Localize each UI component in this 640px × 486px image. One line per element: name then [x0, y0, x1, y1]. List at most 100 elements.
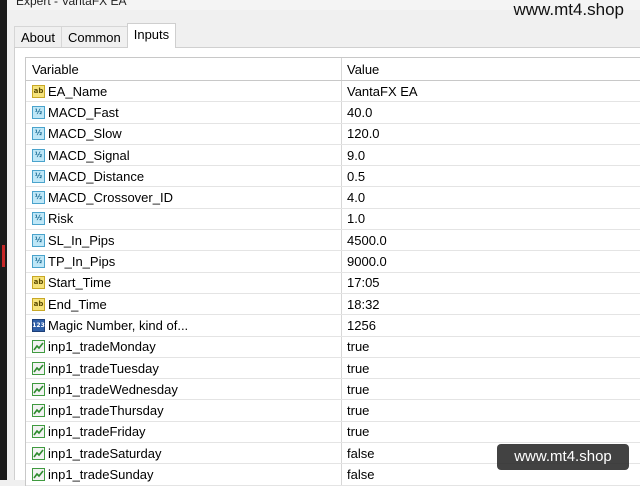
variable-name: MACD_Distance: [48, 168, 145, 184]
tab-common[interactable]: Common: [60, 26, 128, 48]
variable-cell: inp1_tradeFriday: [26, 421, 342, 443]
table-row[interactable]: ab EA_Name VantaFX EA: [26, 81, 640, 103]
table-row[interactable]: inp1_tradeWednesday true: [26, 379, 640, 401]
value-cell[interactable]: 4500.0: [342, 230, 640, 250]
tab-about[interactable]: About: [14, 26, 62, 48]
bool-icon: [32, 340, 45, 354]
double-icon: ½: [32, 191, 45, 205]
variable-value: 18:32: [347, 296, 380, 312]
table-row[interactable]: inp1_tradeTuesday true: [26, 357, 640, 380]
table-row[interactable]: ½ MACD_Fast 40.0: [26, 102, 640, 124]
variable-value: VantaFX EA: [347, 83, 418, 99]
variable-value: true: [347, 339, 370, 355]
value-cell[interactable]: true: [342, 379, 640, 399]
table-row[interactable]: ½ SL_In_Pips 4500.0: [26, 230, 640, 252]
variable-value: true: [347, 424, 370, 440]
value-cell[interactable]: 40.0: [342, 102, 640, 122]
variable-cell: ½ MACD_Signal: [26, 144, 342, 166]
variable-name: MACD_Slow: [48, 126, 122, 142]
value-cell[interactable]: 18:32: [342, 294, 640, 314]
variable-value: true: [347, 381, 370, 397]
variable-cell: ½ MACD_Fast: [26, 102, 342, 123]
value-cell[interactable]: 0.5: [342, 166, 640, 186]
variable-value: true: [347, 360, 370, 376]
value-cell[interactable]: 17:05: [342, 273, 640, 293]
variable-name: MACD_Crossover_ID: [48, 190, 173, 206]
variable-value: 4500.0: [347, 232, 387, 248]
variable-cell: ½ MACD_Slow: [26, 123, 342, 144]
background-chart-strip: [0, 0, 7, 480]
table-row[interactable]: 123 Magic Number, kind of... 1256: [26, 315, 640, 337]
string-icon: ab: [32, 84, 45, 98]
variable-name: inp1_tradeSaturday: [48, 445, 162, 461]
variable-cell: 123 Magic Number, kind of...: [26, 315, 342, 336]
chart-candle-mark: [2, 245, 5, 267]
value-cell[interactable]: true: [342, 358, 640, 378]
double-icon: ½: [32, 105, 45, 119]
value-cell[interactable]: 9.0: [342, 145, 640, 165]
table-row[interactable]: ab Start_Time 17:05: [26, 272, 640, 294]
table-body: ab EA_Name VantaFX EA ½ MACD_Fast 40.0 ½ MACD_S…: [26, 81, 640, 486]
value-cell[interactable]: 9000.0: [342, 251, 640, 271]
table-row[interactable]: ½ Risk 1.0: [26, 208, 640, 231]
variable-name: inp1_tradeMonday: [48, 339, 156, 355]
watermark-bottom: www.mt4.shop: [497, 444, 629, 470]
variable-cell: ½ MACD_Crossover_ID: [26, 187, 342, 208]
variable-value: 1.0: [347, 211, 366, 227]
double-icon: ½: [32, 169, 45, 183]
bool-icon: [32, 446, 45, 460]
bool-icon: [32, 467, 45, 481]
table-row[interactable]: inp1_tradeMonday true: [26, 336, 640, 358]
variable-value: 9.0: [347, 147, 366, 163]
variable-name: Start_Time: [48, 275, 112, 291]
table-row[interactable]: ½ MACD_Signal 9.0: [26, 144, 640, 167]
tab-bar: About Common Inputs: [14, 23, 177, 48]
string-icon: ab: [32, 276, 45, 290]
double-icon: ½: [32, 233, 45, 247]
table-row[interactable]: ½ MACD_Slow 120.0: [26, 123, 640, 145]
variable-value: 40.0: [347, 104, 373, 120]
variable-value: 120.0: [347, 126, 380, 142]
table-row[interactable]: ½ MACD_Distance 0.5: [26, 166, 640, 188]
variable-name: inp1_tradeThursday: [48, 403, 164, 419]
variable-cell: ½ MACD_Distance: [26, 166, 342, 187]
value-cell[interactable]: VantaFX EA: [342, 81, 640, 101]
bool-icon: [32, 361, 45, 375]
table-row[interactable]: ½ MACD_Crossover_ID 4.0: [26, 187, 640, 209]
variable-value: 1256: [347, 317, 376, 333]
double-icon: ½: [32, 127, 45, 141]
value-cell[interactable]: true: [342, 337, 640, 357]
variable-cell: inp1_tradeMonday: [26, 336, 342, 357]
inputs-panel: Variable Value ab EA_Name VantaFX EA ½ MACD_…: [14, 47, 640, 486]
variable-name: MACD_Signal: [48, 147, 130, 163]
variable-name: inp1_tradeTuesday: [48, 360, 159, 376]
variable-cell: inp1_tradeSaturday: [26, 443, 342, 464]
window-title: Expert - VantaFX EA: [16, 0, 127, 8]
column-header-variable[interactable]: Variable: [26, 58, 342, 80]
variable-name: End_Time: [48, 296, 107, 312]
value-cell[interactable]: 4.0: [342, 187, 640, 207]
table-row[interactable]: ab End_Time 18:32: [26, 293, 640, 316]
variable-cell: inp1_tradeWednesday: [26, 379, 342, 400]
value-cell[interactable]: true: [342, 400, 640, 420]
variable-cell: ab Start_Time: [26, 272, 342, 293]
variable-name: SL_In_Pips: [48, 232, 115, 248]
value-cell[interactable]: true: [342, 422, 640, 442]
table-row[interactable]: ½ TP_In_Pips 9000.0: [26, 251, 640, 273]
column-header-value[interactable]: Value: [342, 58, 640, 80]
variable-cell: ½ SL_In_Pips: [26, 230, 342, 251]
variable-cell: ½ TP_In_Pips: [26, 251, 342, 272]
watermark-top: www.mt4.shop: [513, 0, 624, 19]
bool-icon: [32, 425, 45, 439]
string-icon: ab: [32, 297, 45, 311]
tab-inputs[interactable]: Inputs: [126, 23, 177, 48]
value-cell[interactable]: 1.0: [342, 209, 640, 229]
value-cell[interactable]: 120.0: [342, 124, 640, 144]
variable-value: false: [347, 445, 375, 461]
value-cell[interactable]: 1256: [342, 315, 640, 335]
double-icon: ½: [32, 148, 45, 162]
table-row[interactable]: inp1_tradeThursday true: [26, 400, 640, 422]
variable-value: true: [347, 403, 370, 419]
table-row[interactable]: inp1_tradeFriday true: [26, 421, 640, 444]
variable-name: Magic Number, kind of...: [48, 317, 189, 333]
